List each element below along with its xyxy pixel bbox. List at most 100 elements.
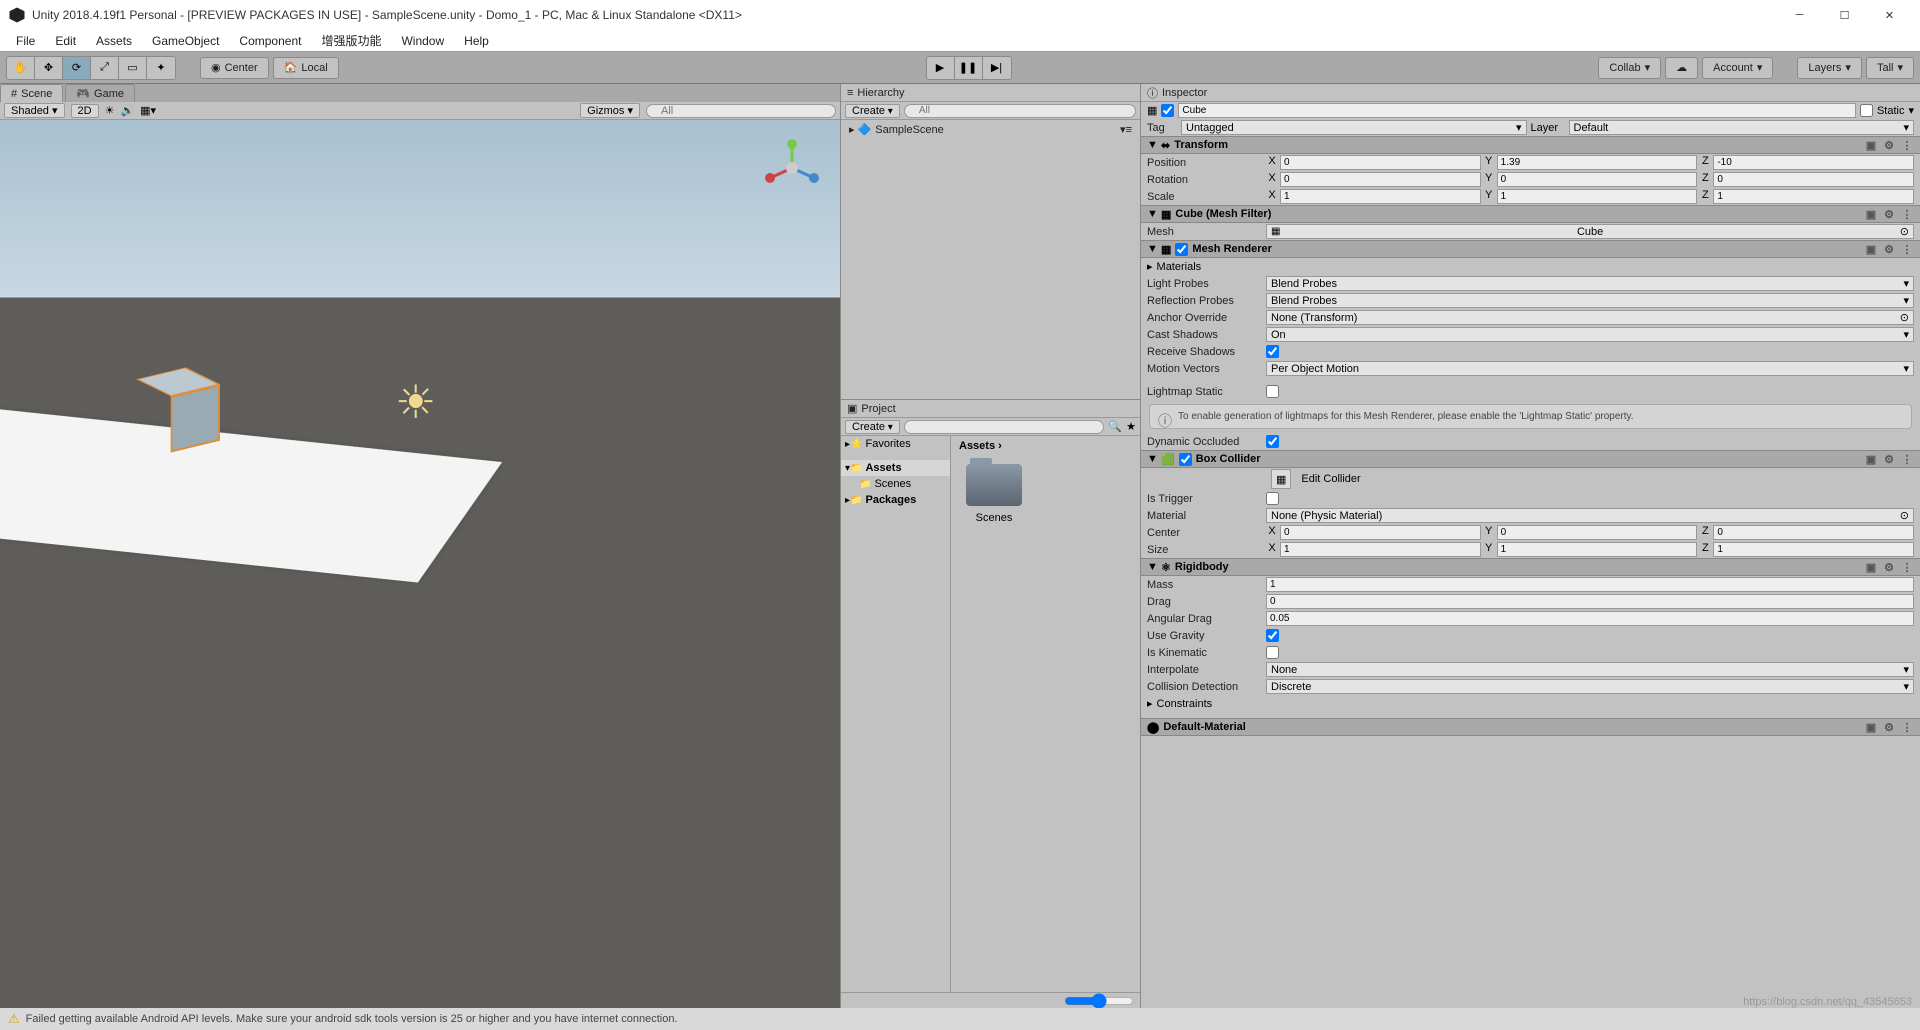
minimize-button[interactable]: ─ [1777,1,1822,29]
layers-dropdown[interactable]: Layers ▾ [1797,57,1862,79]
center-z[interactable] [1713,525,1914,540]
step-button[interactable]: ▶| [983,57,1011,79]
size-y[interactable] [1497,542,1698,557]
physic-material[interactable]: None (Physic Material)⊙ [1266,508,1914,523]
pos-z[interactable] [1713,155,1914,170]
menu-window[interactable]: Window [393,32,452,50]
menu-edit[interactable]: Edit [47,32,84,50]
lightprobes-dropdown[interactable]: Blend Probes▾ [1266,276,1914,291]
pivot-toggle[interactable]: ◉ Center [200,57,269,79]
inspector-header[interactable]: ⓘ Inspector [1141,84,1920,102]
hierarchy-scene-root[interactable]: ▸ 🔷 SampleScene▾≡ [841,120,1140,139]
project-create[interactable]: Create ▾ [845,420,900,434]
menu-component[interactable]: Component [231,32,309,50]
use-gravity[interactable] [1266,629,1279,642]
receive-shadows[interactable] [1266,345,1279,358]
transform-tool-icon[interactable]: ✦ [147,57,175,79]
rot-z[interactable] [1713,172,1914,187]
cloud-button[interactable]: ☁ [1665,57,1698,79]
account-dropdown[interactable]: Account ▾ [1702,57,1773,79]
rotate-tool-icon[interactable]: ⟳ [63,57,91,79]
preset-icon[interactable]: ⚙ [1882,138,1896,152]
help-icon[interactable]: ▣ [1864,138,1878,152]
drag-field[interactable] [1266,594,1914,609]
menu-help[interactable]: Help [456,32,497,50]
rot-y[interactable] [1497,172,1698,187]
space-toggle[interactable]: 🏠 Local [273,57,339,79]
material-header[interactable]: ⬤ Default-Material▣⚙⋮ [1141,718,1920,736]
scale-tool-icon[interactable]: ⤢ [91,57,119,79]
menu-file[interactable]: File [8,32,43,50]
menu-enhanced[interactable]: 增强版功能 [313,30,389,51]
pos-y[interactable] [1497,155,1698,170]
maximize-button[interactable]: ☐ [1822,1,1867,29]
scale-z[interactable] [1713,189,1914,204]
anchor-field[interactable]: None (Transform)⊙ [1266,310,1914,325]
constraints-foldout[interactable]: ▸ Constraints [1141,695,1920,712]
reflprobes-dropdown[interactable]: Blend Probes▾ [1266,293,1914,308]
close-button[interactable]: ✕ [1867,1,1912,29]
layer-dropdown[interactable]: Default▾ [1569,120,1915,135]
size-x[interactable] [1280,542,1481,557]
project-search[interactable] [904,420,1105,434]
light-gizmo-icon[interactable]: ☀ [395,375,436,429]
static-checkbox[interactable] [1860,104,1873,117]
tab-scene[interactable]: # Scene [0,84,63,102]
materials-foldout[interactable]: ▸ Materials [1141,258,1920,275]
tree-assets[interactable]: ▾📁 Assets [841,460,950,476]
hand-tool-icon[interactable]: ✋ [7,57,35,79]
tree-favorites[interactable]: ▸⭐ Favorites [841,436,950,452]
size-z[interactable] [1713,542,1914,557]
pause-button[interactable]: ❚❚ [955,57,983,79]
collider-enabled[interactable] [1179,453,1192,466]
orientation-gizmo[interactable] [762,138,822,198]
gameobject-active[interactable] [1161,104,1174,117]
motion-dropdown[interactable]: Per Object Motion▾ [1266,361,1914,376]
shading-dropdown[interactable]: Shaded ▾ [4,103,65,118]
collab-dropdown[interactable]: Collab ▾ [1598,57,1661,79]
rigidbody-header[interactable]: ▼⚛ Rigidbody▣⚙⋮ [1141,558,1920,576]
collision-dropdown[interactable]: Discrete▾ [1266,679,1914,694]
transform-header[interactable]: ▼⬌ Transform▣⚙⋮ [1141,136,1920,154]
fx-icon[interactable]: ▦▾ [140,104,156,117]
gizmos-dropdown[interactable]: Gizmos ▾ [580,103,640,118]
menu-gameobject[interactable]: GameObject [144,32,227,50]
menu-assets[interactable]: Assets [88,32,140,50]
rect-tool-icon[interactable]: ▭ [119,57,147,79]
scale-x[interactable] [1280,189,1481,204]
dynamic-occluded[interactable] [1266,435,1279,448]
rot-x[interactable] [1280,172,1481,187]
gameobject-name[interactable] [1178,103,1856,118]
is-kinematic[interactable] [1266,646,1279,659]
tag-dropdown[interactable]: Untagged▾ [1181,120,1527,135]
tree-packages[interactable]: ▸📁 Packages [841,492,950,508]
mass-field[interactable] [1266,577,1914,592]
lighting-icon[interactable]: ☀ [105,104,115,117]
menu-icon[interactable]: ⋮ [1900,138,1914,152]
scale-y[interactable] [1497,189,1698,204]
scene-view[interactable]: ☀ [0,120,840,1008]
thumbnail-size-slider[interactable] [1064,993,1134,1009]
hierarchy-search[interactable] [904,104,1136,118]
audio-icon[interactable]: 🔊 [120,104,134,117]
project-header[interactable]: ▣ Project [841,400,1140,418]
cube-object[interactable] [153,376,202,444]
interpolate-dropdown[interactable]: None▾ [1266,662,1914,677]
pos-x[interactable] [1280,155,1481,170]
play-button[interactable]: ▶ [927,57,955,79]
tab-game[interactable]: 🎮 Game [65,84,135,102]
folder-scenes[interactable]: Scenes [959,464,1029,524]
lightmap-static[interactable] [1266,385,1279,398]
favorite-icon[interactable]: ★ [1126,420,1136,433]
renderer-enabled[interactable] [1175,243,1188,256]
center-y[interactable] [1497,525,1698,540]
2d-toggle[interactable]: 2D [71,104,99,118]
is-trigger[interactable] [1266,492,1279,505]
tree-scenes[interactable]: 📁 Scenes [841,476,950,492]
meshfilter-header[interactable]: ▼▦ Cube (Mesh Filter)▣⚙⋮ [1141,205,1920,223]
angdrag-field[interactable] [1266,611,1914,626]
move-tool-icon[interactable]: ✥ [35,57,63,79]
renderer-header[interactable]: ▼▦ Mesh Renderer▣⚙⋮ [1141,240,1920,258]
project-breadcrumb[interactable]: Assets › [951,436,1140,456]
center-x[interactable] [1280,525,1481,540]
